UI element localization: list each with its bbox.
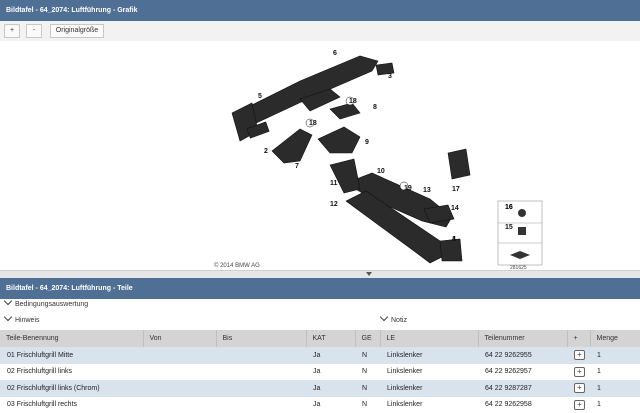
part-name: 02 Frischluftgrill links [0, 363, 143, 380]
graphic-panel-title: Bildtafel - 64_2074: Luftführung - Grafi… [0, 0, 640, 21]
part-quantity: 1 [590, 347, 640, 364]
col-header-part-number[interactable]: Teilenummer [478, 330, 568, 347]
callout-3[interactable]: 3 [388, 73, 392, 80]
hint-label: Hinweis [15, 317, 40, 324]
part-kat: Ja [306, 396, 355, 413]
part-name: 01 Frischluftgrill Mitte [0, 347, 143, 364]
parts-diagram: © 2014 BMW AG 281625 1 2 3 4 5 6 7 8 9 10 11 12 13 14… [0, 41, 640, 271]
part-number: 64 22 9262957 [478, 363, 567, 380]
note-label: Notiz [391, 317, 407, 324]
part-from [143, 380, 216, 397]
callout-7[interactable]: 7 [295, 163, 299, 170]
part-le: Linkslenker [380, 380, 478, 397]
callout-16[interactable]: 16 [505, 204, 513, 211]
part-kat: Ja [306, 347, 355, 364]
callout-4[interactable]: 4 [452, 236, 456, 243]
col-header-le[interactable]: LE [380, 330, 479, 347]
part-ge: N [355, 363, 380, 380]
part-to [216, 363, 306, 380]
part-to [216, 396, 306, 413]
part-kat: Ja [306, 363, 355, 380]
collapse-arrow-icon [366, 272, 372, 276]
col-header-from[interactable]: Von [143, 330, 217, 347]
part-le: Linkslenker [380, 396, 478, 413]
callout-8[interactable]: 8 [373, 104, 377, 111]
table-row[interactable]: 01 Frischluftgrill Mitte Ja N Linkslenke… [0, 347, 640, 364]
add-to-cart-icon[interactable]: + [574, 350, 585, 361]
part-ge: N [355, 347, 380, 364]
callout-11[interactable]: 11 [330, 180, 337, 187]
hint-toggle[interactable]: Hinweis [0, 312, 40, 324]
chevron-down-icon [379, 312, 389, 322]
part-le: Linkslenker [380, 363, 478, 380]
parts-table: Teile-Benennung Von Bis KAT GE LE Teilen… [0, 330, 640, 413]
part-ge: N [355, 380, 380, 397]
hint-note-row: Hinweis Notiz [0, 312, 640, 328]
callout-13[interactable]: 13 [423, 187, 431, 194]
panel-collapse-bar[interactable] [0, 270, 640, 278]
part-to [216, 347, 306, 364]
callout-10[interactable]: 10 [377, 168, 385, 175]
part-quantity: 1 [590, 396, 640, 413]
callout-2[interactable]: 2 [264, 148, 268, 155]
col-header-kat[interactable]: KAT [306, 330, 356, 347]
table-row[interactable]: 02 Frischluftgrill links (Chrom) Ja N Li… [0, 380, 640, 397]
part-quantity: 1 [590, 363, 640, 380]
add-to-cart-icon[interactable]: + [574, 399, 585, 410]
copyright-note: © 2014 BMW AG [214, 263, 260, 269]
table-header-row: Teile-Benennung Von Bis KAT GE LE Teilen… [0, 330, 640, 347]
part-number: 64 22 9262958 [478, 396, 567, 413]
part-name: 02 Frischluftgrill links (Chrom) [0, 380, 143, 397]
chevron-down-icon [3, 296, 13, 306]
table-row[interactable]: 03 Frischluftgrill rechts Ja N Linkslenk… [0, 396, 640, 413]
zoom-out-button[interactable]: - [26, 24, 42, 38]
parts-panel-title: Bildtafel - 64_2074: Luftführung - Teile [0, 278, 640, 299]
parts-diagram-drawing [231, 55, 543, 266]
part-number: 64 22 9262955 [478, 347, 567, 364]
part-from [143, 363, 216, 380]
part-name: 03 Frischluftgrill rechts [0, 396, 143, 413]
col-header-quantity[interactable]: Menge [590, 330, 640, 347]
col-header-cart: + [567, 330, 591, 347]
part-from [143, 396, 216, 413]
col-header-name[interactable]: Teile-Benennung [0, 330, 144, 347]
callout-15[interactable]: 15 [505, 224, 513, 231]
callout-5[interactable]: 5 [258, 93, 262, 100]
original-size-button[interactable]: Originalgröße [50, 24, 104, 38]
add-to-cart-icon[interactable]: + [574, 366, 585, 377]
note-toggle[interactable]: Notiz [376, 312, 407, 328]
col-header-to[interactable]: Bis [216, 330, 307, 347]
part-from [143, 347, 216, 364]
callout-19[interactable]: 19 [404, 185, 412, 192]
part-kat: Ja [306, 380, 355, 397]
callout-9[interactable]: 9 [365, 139, 369, 146]
table-row[interactable]: 02 Frischluftgrill links Ja N Linkslenke… [0, 363, 640, 380]
part-ge: N [355, 396, 380, 413]
part-le: Linkslenker [380, 347, 478, 364]
zoom-in-button[interactable]: + [4, 24, 20, 38]
callout-6[interactable]: 6 [333, 50, 337, 57]
conditions-label: Bedingungsauswertung [15, 301, 89, 308]
conditions-toggle[interactable]: Bedingungsauswertung [0, 296, 640, 312]
callout-18[interactable]: 18 [309, 120, 317, 127]
part-number: 64 22 9287287 [478, 380, 567, 397]
chevron-down-icon [3, 312, 13, 322]
graphic-toolbar: + - Originalgröße [0, 21, 640, 41]
callout-17[interactable]: 17 [452, 186, 460, 193]
callout-18[interactable]: 18 [349, 98, 357, 105]
part-to [216, 380, 306, 397]
add-to-cart-icon[interactable]: + [574, 383, 585, 394]
callout-12[interactable]: 12 [330, 201, 338, 208]
callout-14[interactable]: 14 [451, 205, 459, 212]
col-header-ge[interactable]: GE [355, 330, 381, 347]
part-quantity: 1 [590, 380, 640, 397]
